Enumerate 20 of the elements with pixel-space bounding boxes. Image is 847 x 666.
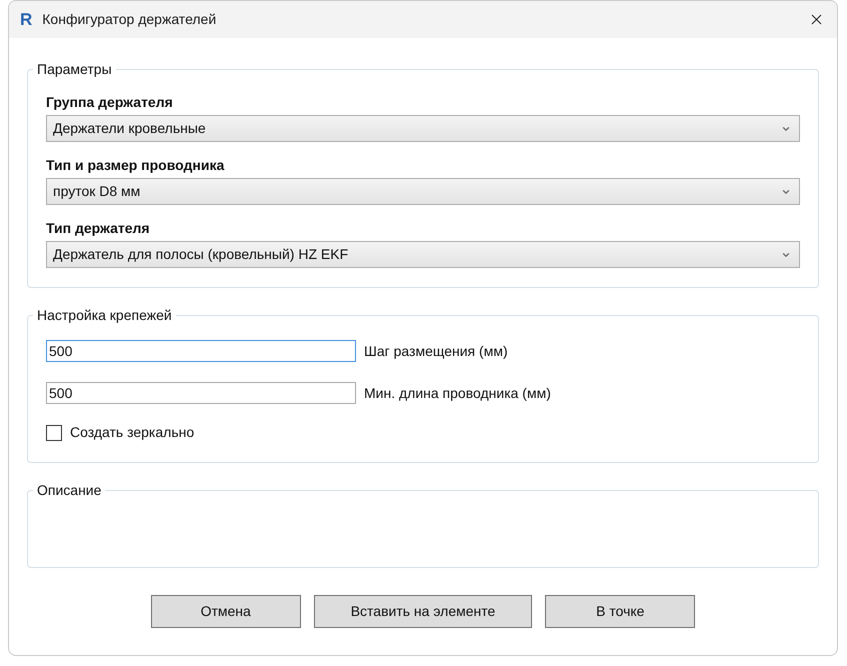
checkbox-label: Создать зеркально [70, 423, 194, 442]
input-field[interactable]: 500 [46, 340, 356, 362]
dropdown[interactable]: Держатели кровельные [46, 115, 800, 142]
dropdown[interactable]: Держатель для полосы (кровельный) HZ EKF [46, 241, 800, 268]
field-label: Группа держателя [46, 93, 174, 111]
group-title: Параметры [36, 60, 113, 78]
checkbox[interactable] [46, 424, 62, 440]
field-label: Шаг размещения (мм) [364, 342, 508, 361]
action-button[interactable]: В точке [545, 595, 696, 628]
field-label: Тип держателя [46, 219, 151, 237]
action-button[interactable]: Вставить на элементе [314, 595, 532, 628]
group-title: Описание [36, 481, 102, 499]
field-label: Мин. длина проводника (мм) [364, 384, 551, 403]
group-title: Настройка крепежей [36, 306, 173, 324]
window-title: Конфигуратор держателей [42, 10, 216, 29]
field-label: Тип и размер проводника [46, 156, 226, 174]
app-logo: R [19, 12, 34, 28]
input-field[interactable]: 500 [46, 382, 356, 404]
dropdown[interactable]: пруток D8 мм [46, 178, 800, 205]
action-button[interactable]: Отмена [150, 595, 301, 628]
